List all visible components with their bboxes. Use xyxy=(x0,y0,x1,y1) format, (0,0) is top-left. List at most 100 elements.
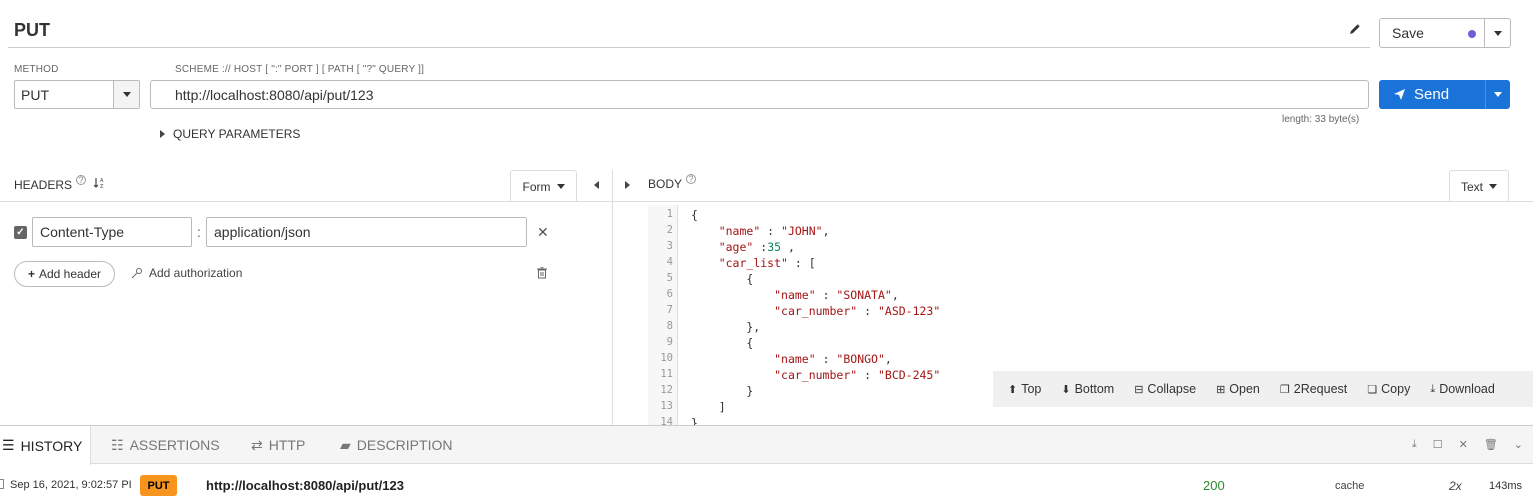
download-icon: ⤓ xyxy=(1430,382,1436,395)
add-header-label: Add header xyxy=(38,267,102,281)
line-number: 3 xyxy=(666,240,673,252)
history-date: Sep 16, 2021, 9:02:57 PI xyxy=(10,479,132,491)
code-line: "name" : "BONGO", xyxy=(774,352,892,366)
arrow-up-circle-icon: ⬆ xyxy=(1008,383,1018,396)
history-url: http://localhost:8080/api/put/123 xyxy=(206,478,404,493)
scroll-bottom-button[interactable]: ⬇ Bottom xyxy=(1061,382,1114,396)
unsaved-dot-icon xyxy=(1468,30,1476,38)
assertions-list-icon: ☷ xyxy=(111,436,124,453)
line-number: 4 xyxy=(666,256,673,268)
download-button[interactable]: ⤓ Download xyxy=(1430,382,1494,396)
query-parameters-toggle[interactable]: QUERY PARAMETERS xyxy=(160,127,300,141)
download-label: Download xyxy=(1439,382,1495,396)
headers-mode-dropdown[interactable]: Form xyxy=(510,170,577,202)
headers-divider xyxy=(0,201,612,202)
to-request-button[interactable]: ❐ 2Request xyxy=(1280,382,1347,396)
code-line: "name" : "JOHN", xyxy=(718,224,830,238)
headers-mode-label: Form xyxy=(522,179,551,194)
tab-description-label: DESCRIPTION xyxy=(356,437,453,453)
book-icon: ▰ xyxy=(340,436,351,453)
headers-label: HEADERS xyxy=(14,177,73,192)
history-count: 2x xyxy=(1449,479,1462,493)
chevron-down-icon xyxy=(556,184,565,189)
history-row-checkbox[interactable] xyxy=(0,479,4,489)
add-header-button[interactable]: + Add header xyxy=(14,261,115,287)
scroll-top-button[interactable]: ⬆ Top xyxy=(1008,382,1041,396)
code-line: { xyxy=(691,272,754,286)
query-parameters-label: QUERY PARAMETERS xyxy=(173,127,301,141)
trash-icon[interactable] xyxy=(537,266,547,284)
help-icon[interactable]: ? xyxy=(686,174,697,184)
remove-header-icon[interactable]: ✕ xyxy=(537,224,549,241)
header-enabled-checkbox[interactable]: ✓ xyxy=(14,226,27,239)
tab-description[interactable]: ▰ DESCRIPTION xyxy=(340,426,452,464)
body-label: BODY xyxy=(648,177,683,191)
method-dropdown-toggle[interactable] xyxy=(113,81,139,108)
scroll-bottom-label: Bottom xyxy=(1074,382,1115,396)
header-key-input[interactable]: Content-Type xyxy=(32,217,192,247)
body-title: BODY ? xyxy=(648,174,697,191)
line-number: 2 xyxy=(666,224,673,236)
plus-icon: + xyxy=(27,267,35,281)
code-line: { xyxy=(691,336,754,350)
body-divider xyxy=(613,201,1533,202)
add-authorization-button[interactable]: Add authorization xyxy=(131,266,242,280)
save-button-group: Save xyxy=(1379,18,1511,48)
send-button[interactable]: Send xyxy=(1379,80,1485,109)
method-badge: PUT xyxy=(140,475,177,496)
code-line: "name" : "SONATA", xyxy=(774,288,899,302)
save-button[interactable]: Save xyxy=(1380,19,1484,47)
request-title: PUT xyxy=(14,20,50,40)
url-length: length: 33 byte(s) xyxy=(1282,114,1360,125)
sort-alpha-icon[interactable]: AZ xyxy=(93,177,106,192)
collapse-button[interactable]: ⊟ Collapse xyxy=(1134,382,1196,396)
line-number: 1 xyxy=(666,208,673,220)
tab-http-label: HTTP xyxy=(268,437,306,453)
chevron-down-icon[interactable]: ⌄ xyxy=(1514,438,1523,451)
chevron-down-icon xyxy=(1493,30,1502,36)
line-number: 8 xyxy=(666,320,673,332)
body-mode-dropdown[interactable]: Text xyxy=(1449,170,1509,202)
history-row[interactable]: Sep 16, 2021, 9:02:57 PI PUT http://loca… xyxy=(0,465,1533,502)
open-button[interactable]: ⊞ Open xyxy=(1216,382,1260,396)
header-value-input[interactable]: application/json xyxy=(206,217,527,247)
square-icon[interactable]: ☐ xyxy=(1433,438,1443,451)
line-number: 5 xyxy=(666,272,673,284)
header-separator: : xyxy=(197,224,201,240)
key-icon xyxy=(131,268,142,279)
tab-http[interactable]: ⇄ HTTP xyxy=(251,426,305,464)
code-line: } xyxy=(691,384,754,398)
caret-right-icon xyxy=(160,130,165,138)
save-options-dropdown[interactable] xyxy=(1484,19,1510,47)
clipboard-icon: ❏ xyxy=(1367,383,1378,396)
tab-history-label: HISTORY xyxy=(20,437,83,454)
code-line: ] xyxy=(691,400,726,414)
send-options-dropdown[interactable] xyxy=(1485,80,1510,109)
collapse-label: Collapse xyxy=(1147,382,1197,396)
download-icon[interactable]: ⤓ xyxy=(1412,438,1417,451)
code-line: "car_list" : [ xyxy=(718,256,816,270)
close-icon[interactable]: ✕ xyxy=(1459,438,1468,451)
copy-label: Copy xyxy=(1381,382,1411,396)
tab-assertions[interactable]: ☷ ASSERTIONS xyxy=(111,426,220,464)
line-number: 11 xyxy=(660,368,673,380)
url-input[interactable]: http://localhost:8080/api/put/123 xyxy=(150,80,1369,109)
code-line: "car_number" : "BCD-245" xyxy=(774,368,941,382)
copy-button[interactable]: ❏ Copy xyxy=(1367,382,1410,396)
tab-history[interactable]: ☰ HISTORY xyxy=(0,426,91,465)
pane-splitter[interactable] xyxy=(612,170,613,425)
code-line: { xyxy=(691,208,698,222)
collapse-right-icon[interactable] xyxy=(625,181,630,189)
list-icon: ☰ xyxy=(2,437,15,453)
tab-assertions-label: ASSERTIONS xyxy=(129,437,220,453)
line-number: 7 xyxy=(666,304,673,316)
edit-pencil-icon[interactable] xyxy=(1348,22,1364,38)
method-select[interactable]: PUT xyxy=(14,80,140,109)
scroll-top-label: Top xyxy=(1021,382,1042,396)
line-number: 6 xyxy=(666,288,673,300)
collapse-left-icon[interactable] xyxy=(594,181,599,189)
body-mode-label: Text xyxy=(1460,179,1483,194)
trash-icon[interactable]: 🗑︎ xyxy=(1484,438,1498,451)
send-button-group: Send xyxy=(1379,80,1510,109)
help-icon[interactable]: ? xyxy=(76,174,87,185)
